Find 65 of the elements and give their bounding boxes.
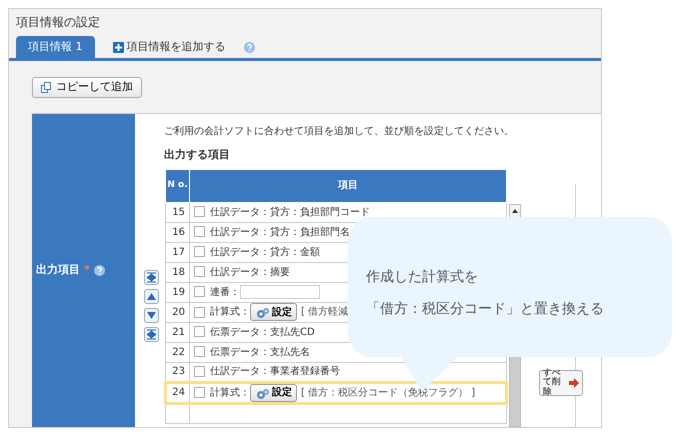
formula-text: [ 借方軽減 [301,306,348,318]
column-header: 項目 [190,169,506,202]
move-bottom-icon [147,329,156,340]
callout-text: 「借方：税区分コード」と置き換える [366,300,605,319]
scrollbar[interactable] [509,204,521,217]
down-arrow-icon [147,312,156,319]
checkbox[interactable] [194,266,205,278]
row-number: 16 [166,222,190,242]
item-label: 仕訳データ：貸方：負担部門コード [210,206,370,218]
checkbox[interactable] [194,286,205,298]
settings-button[interactable]: 設定 [250,303,297,321]
row-number: 23 [166,362,190,382]
item-label: 仕訳データ：貸方：金額 [210,246,320,258]
item-label: 仕訳データ：事業者登録番号 [210,366,340,377]
serial-input-field[interactable] [240,284,320,299]
move-bottom-button[interactable] [144,327,159,342]
checkbox[interactable] [194,206,205,218]
tab[interactable]: 項目情報 1 [16,36,94,58]
delete-all-button[interactable]: すべて削除 [539,370,583,396]
copy-add-button[interactable]: コピーして追加 [32,77,142,98]
help-icon[interactable] [244,42,254,53]
row-number: 24 [166,382,190,403]
panel-title: 項目情報の設定 [15,14,101,31]
scrollbar-track[interactable] [509,357,521,427]
item-label: 仕訳データ：貸方：負担部門名 [210,226,350,238]
section-title: 出力する項目 [164,147,231,163]
field-label: 出力項目 [36,262,80,278]
checkbox[interactable] [194,387,205,398]
plus-icon [112,42,124,52]
row-number: 18 [166,262,190,282]
row-number: 22 [166,342,190,362]
row-number: 20 [166,302,190,322]
right-arrow-icon [569,378,579,388]
instruction-text: ご利用の会計ソフトに合わせて項目を追加して、並び順を設定してください。 [164,124,515,139]
checkbox[interactable] [194,306,205,318]
settings-button[interactable]: 設定 [250,384,297,402]
row-number: 15 [166,202,190,222]
item-label: 連番： [210,286,240,298]
checkbox[interactable] [194,246,205,258]
copy-icon [41,82,52,93]
move-down-button[interactable] [144,308,159,323]
help-icon[interactable] [94,265,105,276]
up-arrow-icon [147,293,156,300]
item-label: 計算式： [210,387,250,398]
column-header: N o. [166,169,190,202]
move-top-icon [147,272,156,283]
move-top-button[interactable] [144,270,159,285]
gear-icon [255,306,270,318]
callout-text: 作成した計算式を [366,268,479,287]
item-label: 計算式： [210,306,250,318]
checkbox[interactable] [194,326,205,338]
checkbox[interactable] [194,346,205,358]
item-label: 伝票データ：支払先CD [210,326,315,338]
checkbox[interactable] [194,366,205,377]
checkbox[interactable] [194,226,205,238]
item-label: 伝票データ：支払先名 [210,346,310,358]
row-number: 21 [166,322,190,342]
row-number: 17 [166,242,190,262]
scroll-up-icon[interactable] [512,209,518,213]
add-tab[interactable]: 項目情報を追加する [100,36,238,58]
gear-icon [255,386,270,398]
row-number: 19 [166,282,190,302]
move-up-button[interactable] [144,289,159,304]
item-label: 仕訳データ：摘要 [210,266,290,278]
required-mark: * [84,262,90,278]
